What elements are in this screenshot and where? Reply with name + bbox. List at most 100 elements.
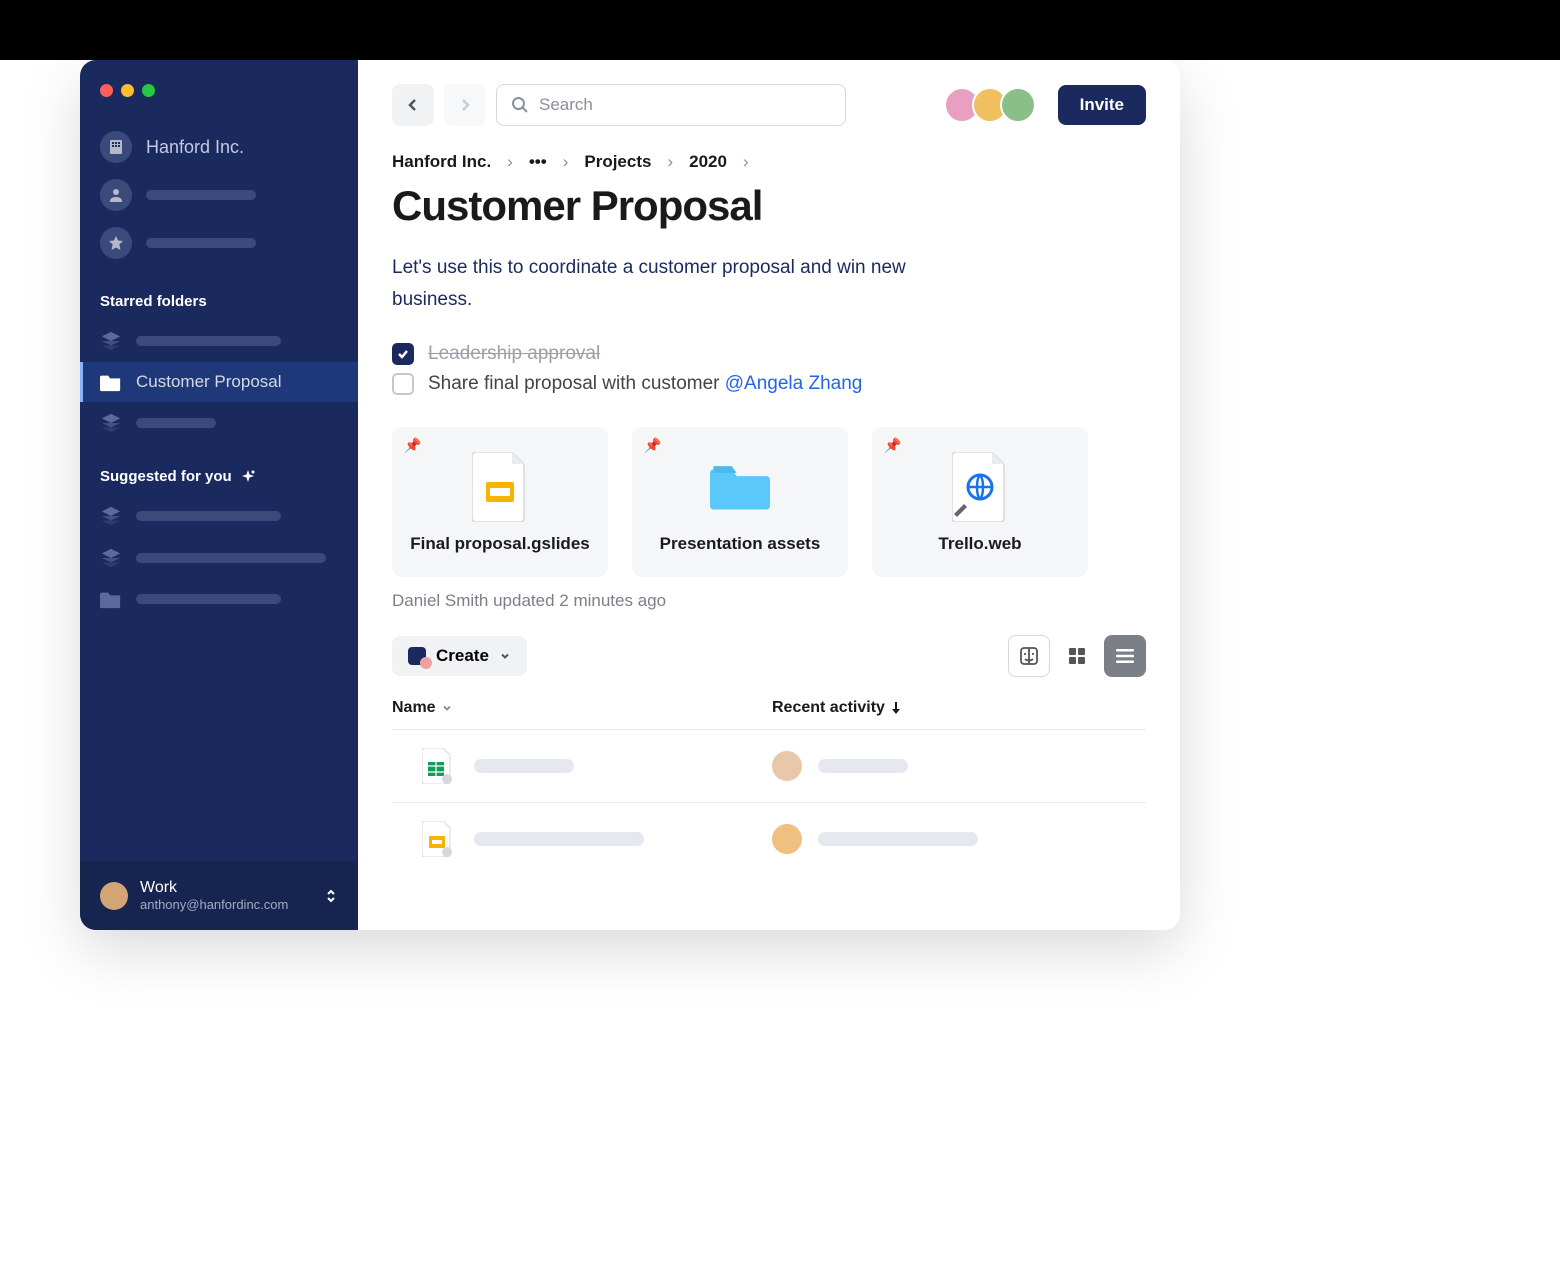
invite-label: Invite	[1080, 95, 1124, 114]
folder-icon	[710, 449, 770, 524]
view-grid-button[interactable]	[1056, 635, 1098, 677]
sidebar-header-label: Suggested for you	[100, 468, 232, 485]
folder-item[interactable]	[80, 537, 358, 579]
avatar	[772, 824, 802, 854]
file-card[interactable]: 📌 Trello.web	[872, 427, 1088, 577]
chevron-right-icon: ›	[563, 152, 569, 172]
avatar	[1000, 87, 1036, 123]
window-close-icon[interactable]	[100, 84, 113, 97]
weblink-icon	[950, 449, 1010, 524]
chevron-down-icon	[442, 703, 452, 713]
gslides-icon	[422, 821, 452, 857]
search-input[interactable]: Search	[496, 84, 846, 126]
table-header: Name Recent activity	[392, 699, 1146, 730]
folder-item-active[interactable]: Customer Proposal	[80, 362, 358, 402]
gsheets-icon	[422, 748, 452, 784]
page-description: Let's use this to coordinate a customer …	[392, 252, 952, 317]
breadcrumb-item[interactable]: •••	[529, 152, 547, 172]
checkbox-unchecked[interactable]	[392, 373, 414, 395]
status-text: Daniel Smith updated 2 minutes ago	[392, 591, 1146, 611]
table-row[interactable]	[392, 730, 1146, 803]
pinned-cards: 📌 Final proposal.gslides 📌 Presentation …	[392, 427, 1146, 577]
task-item[interactable]: Leadership approval	[392, 343, 1146, 365]
sparkle-icon	[240, 469, 256, 485]
sort-desc-icon	[891, 702, 901, 714]
placeholder	[474, 832, 644, 846]
stack-icon	[100, 505, 122, 527]
pin-icon: 📌	[884, 437, 901, 454]
breadcrumb-item[interactable]: Hanford Inc.	[392, 152, 491, 172]
create-button[interactable]: Create	[392, 636, 527, 676]
chevron-right-icon: ›	[507, 152, 513, 172]
toolbar: Create	[392, 635, 1146, 677]
page-title: Customer Proposal	[392, 182, 1146, 230]
nav-forward-button[interactable]	[444, 84, 486, 126]
finder-icon	[1019, 646, 1039, 666]
folder-card[interactable]: 📌 Presentation assets	[632, 427, 848, 577]
pin-icon: 📌	[644, 437, 661, 454]
chevron-right-icon: ›	[743, 152, 749, 172]
sidebar-item-starred[interactable]	[80, 221, 358, 265]
stack-icon	[100, 330, 122, 352]
column-label: Name	[392, 699, 436, 717]
placeholder	[136, 553, 326, 563]
user-icon	[100, 179, 132, 211]
window-controls	[80, 60, 358, 125]
sidebar-header-label: Starred folders	[100, 293, 207, 310]
placeholder	[818, 832, 978, 846]
sidebar-header-suggested: Suggested for you	[80, 444, 358, 495]
mention[interactable]: @Angela Zhang	[725, 373, 863, 394]
folder-item[interactable]	[80, 579, 358, 619]
logo-icon	[408, 647, 426, 665]
view-finder-button[interactable]	[1008, 635, 1050, 677]
file-card[interactable]: 📌 Final proposal.gslides	[392, 427, 608, 577]
folder-item[interactable]	[80, 495, 358, 537]
org-name: Hanford Inc.	[146, 137, 244, 158]
view-list-button[interactable]	[1104, 635, 1146, 677]
chevron-left-icon	[406, 98, 420, 112]
card-label: Trello.web	[938, 534, 1021, 554]
placeholder	[136, 418, 216, 428]
folder-label: Customer Proposal	[136, 372, 282, 392]
topbar: Search Invite	[392, 84, 1146, 126]
building-icon	[100, 131, 132, 163]
task-text: Leadership approval	[428, 343, 600, 365]
create-label: Create	[436, 646, 489, 666]
breadcrumb: Hanford Inc. › ••• › Projects › 2020 ›	[392, 152, 1146, 172]
checkbox-checked[interactable]	[392, 343, 414, 365]
avatar	[772, 751, 802, 781]
window-maximize-icon[interactable]	[142, 84, 155, 97]
sidebar-item-user[interactable]	[80, 173, 358, 217]
account-email: anthony@hanfordinc.com	[140, 897, 312, 912]
sidebar-header-starred: Starred folders	[80, 269, 358, 320]
check-icon	[396, 347, 410, 361]
account-switcher[interactable]: Work anthony@hanfordinc.com	[80, 861, 358, 930]
table-row[interactable]	[392, 803, 1146, 875]
invite-button[interactable]: Invite	[1058, 85, 1146, 125]
collaborator-avatars[interactable]	[952, 87, 1036, 123]
nav-back-button[interactable]	[392, 84, 434, 126]
stack-icon	[100, 412, 122, 434]
folder-item[interactable]	[80, 402, 358, 444]
list-icon	[1116, 649, 1134, 663]
folder-item[interactable]	[80, 320, 358, 362]
view-toggle	[1008, 635, 1146, 677]
placeholder	[818, 759, 908, 773]
breadcrumb-item[interactable]: Projects	[584, 152, 651, 172]
avatar	[100, 882, 128, 910]
task-text: Share final proposal with customer	[428, 373, 725, 394]
chevron-right-icon: ›	[667, 152, 673, 172]
task-item[interactable]: Share final proposal with customer @Ange…	[392, 373, 1146, 395]
column-name[interactable]: Name	[392, 699, 772, 717]
app-window: Hanford Inc. Starred folders Customer Pr…	[80, 60, 1180, 930]
black-bar	[0, 0, 1560, 60]
gslides-icon	[470, 449, 530, 524]
breadcrumb-item[interactable]: 2020	[689, 152, 727, 172]
card-label: Final proposal.gslides	[410, 534, 589, 554]
column-activity[interactable]: Recent activity	[772, 699, 901, 717]
column-label: Recent activity	[772, 699, 885, 717]
chevron-down-icon	[499, 650, 511, 662]
window-minimize-icon[interactable]	[121, 84, 134, 97]
folder-icon	[100, 372, 122, 392]
sidebar-org[interactable]: Hanford Inc.	[80, 125, 358, 169]
